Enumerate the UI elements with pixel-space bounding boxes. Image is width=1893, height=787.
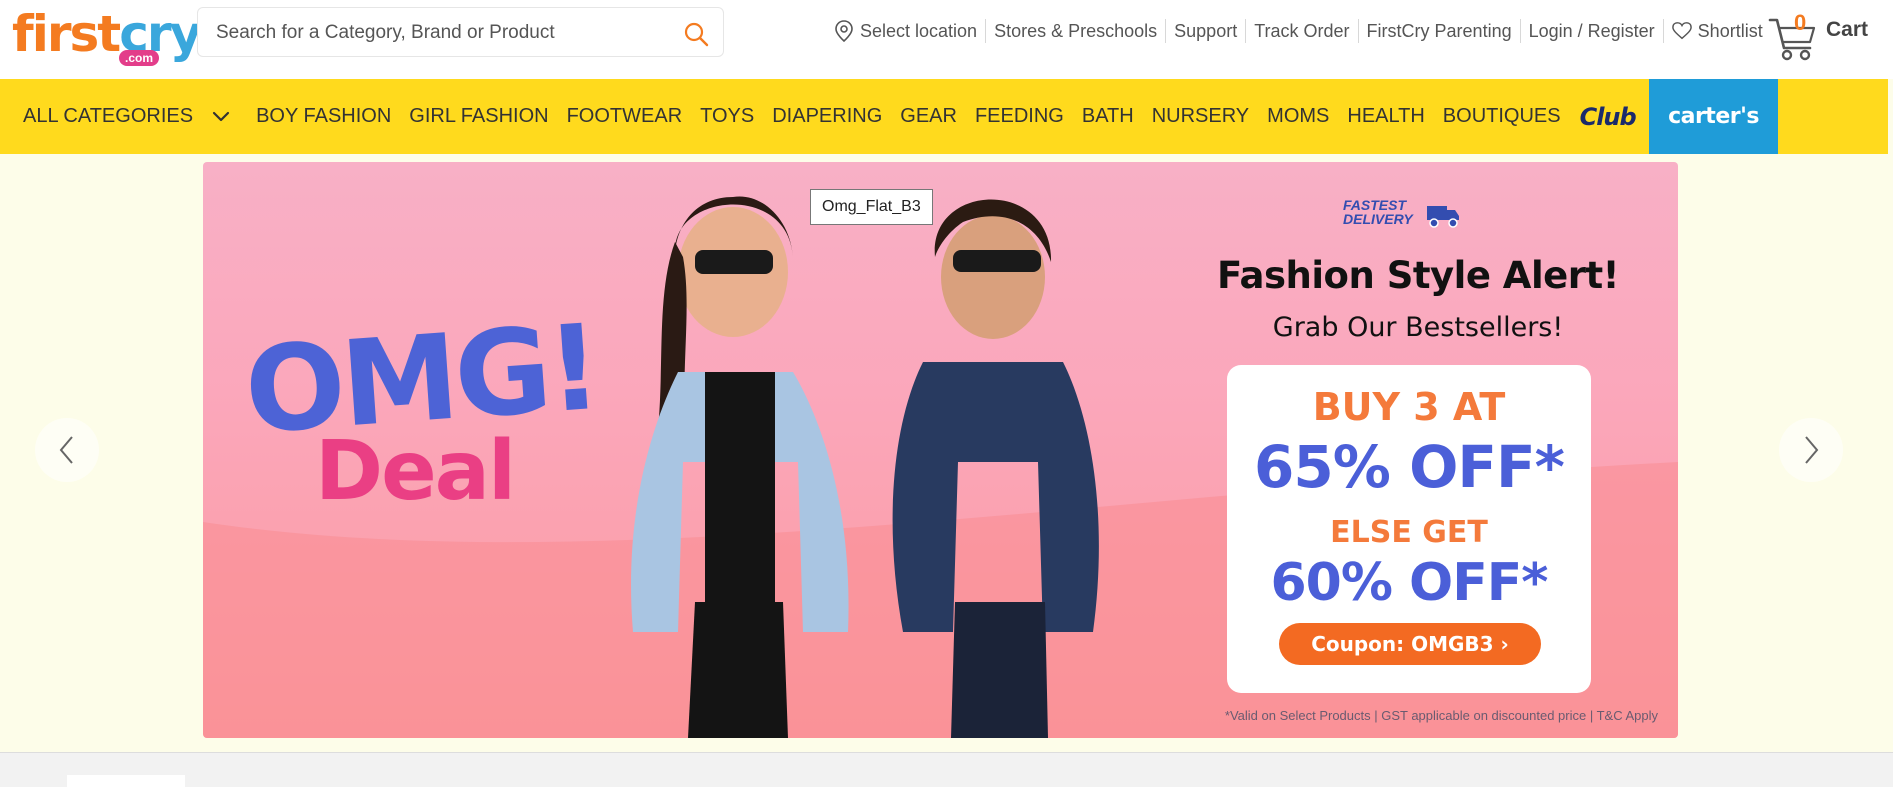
- nav-footwear[interactable]: FOOTWEAR: [558, 79, 692, 154]
- truck-icon: [1427, 206, 1459, 228]
- cart-count-badge: 0: [1794, 10, 1807, 35]
- nav-bath[interactable]: BATH: [1073, 79, 1143, 154]
- nav-feeding[interactable]: FEEDING: [966, 79, 1073, 154]
- cart-button[interactable]: 0 Cart: [1768, 10, 1878, 61]
- heart-icon: [1671, 22, 1692, 40]
- section-tab[interactable]: [67, 775, 185, 787]
- offer-value-1: 65% OFF*: [1254, 433, 1565, 501]
- offer-value-2: 60% OFF*: [1270, 553, 1548, 613]
- stores-preschools-link[interactable]: Stores & Preschools: [986, 19, 1167, 43]
- track-order-link[interactable]: Track Order: [1246, 19, 1359, 43]
- select-location-link[interactable]: Select location: [826, 19, 987, 43]
- select-location-label: Select location: [860, 21, 978, 41]
- logo-wordmark: firstcry: [12, 5, 202, 63]
- banner-tooltip: Omg_Flat_B3: [810, 189, 933, 225]
- delivery-label: DELIVERY: [1343, 211, 1413, 227]
- nav-diapering[interactable]: DIAPERING: [763, 79, 891, 154]
- chevron-down-icon: [212, 111, 230, 121]
- club-logo-link[interactable]: Club: [1570, 103, 1646, 131]
- fastest-label: FASTEST: [1343, 197, 1407, 213]
- nav-moms[interactable]: MOMS: [1258, 79, 1338, 154]
- coupon-button[interactable]: Coupon: OMGB3 ›: [1279, 623, 1541, 665]
- nav-boy-fashion[interactable]: BOY FASHION: [247, 79, 400, 154]
- shortlist-label: Shortlist: [1697, 21, 1763, 41]
- kids-models-image: [631, 196, 1099, 738]
- search-input[interactable]: [216, 20, 656, 46]
- nav-health[interactable]: HEALTH: [1338, 79, 1433, 154]
- support-link[interactable]: Support: [1166, 19, 1247, 43]
- firstcry-parenting-link[interactable]: FirstCry Parenting: [1359, 19, 1521, 43]
- section-divider: [0, 752, 1893, 787]
- all-categories-label: ALL CATEGORIES: [23, 105, 194, 127]
- offer-line-2: ELSE GET: [1330, 515, 1488, 550]
- chevron-right-icon: [1805, 436, 1819, 464]
- deal-title: Deal: [315, 424, 516, 519]
- nav-gear[interactable]: GEAR: [891, 79, 966, 154]
- shortlist-link[interactable]: Shortlist: [1664, 19, 1771, 43]
- search-icon[interactable]: [683, 21, 709, 47]
- carousel-next-button[interactable]: [1779, 418, 1843, 482]
- banner-headline: Fashion Style Alert!: [1216, 254, 1620, 297]
- cart-label: Cart: [1826, 18, 1869, 41]
- banner-terms: *Valid on Select Products | GST applicab…: [1224, 708, 1658, 723]
- all-categories-menu[interactable]: ALL CATEGORIES: [0, 79, 247, 154]
- banner-subline: Grab Our Bestsellers!: [1272, 312, 1564, 343]
- hero-banner[interactable]: OMG! Deal FASTEST DELIVERY Fashion Style…: [203, 162, 1678, 738]
- carousel-prev-button[interactable]: [35, 418, 99, 482]
- logo-first: first: [12, 5, 121, 63]
- offer-card: BUY 3 AT 65% OFF* ELSE GET 60% OFF* Coup…: [1227, 365, 1591, 693]
- login-register-link[interactable]: Login / Register: [1521, 19, 1664, 43]
- nav-boutiques[interactable]: BOUTIQUES: [1434, 79, 1570, 154]
- nav-nursery[interactable]: NURSERY: [1143, 79, 1258, 154]
- carters-brand-link[interactable]: carter's: [1649, 79, 1778, 154]
- search-box: [197, 7, 724, 57]
- offer-line-1: BUY 3 AT: [1312, 385, 1506, 429]
- top-links: Select location Stores & Preschools Supp…: [826, 18, 1771, 44]
- nav-girl-fashion[interactable]: GIRL FASHION: [400, 79, 557, 154]
- location-pin-icon: [835, 20, 853, 42]
- fastest-delivery-badge: FASTEST DELIVERY: [1343, 198, 1413, 226]
- nav-toys[interactable]: TOYS: [691, 79, 763, 154]
- firstcry-logo[interactable]: firstcry .com: [12, 6, 202, 70]
- category-nav: ALL CATEGORIES BOY FASHION GIRL FASHION …: [0, 79, 1888, 154]
- logo-dotcom: .com: [119, 50, 160, 66]
- top-header: firstcry .com Select location Stores & P…: [0, 0, 1893, 79]
- chevron-left-icon: [59, 436, 73, 464]
